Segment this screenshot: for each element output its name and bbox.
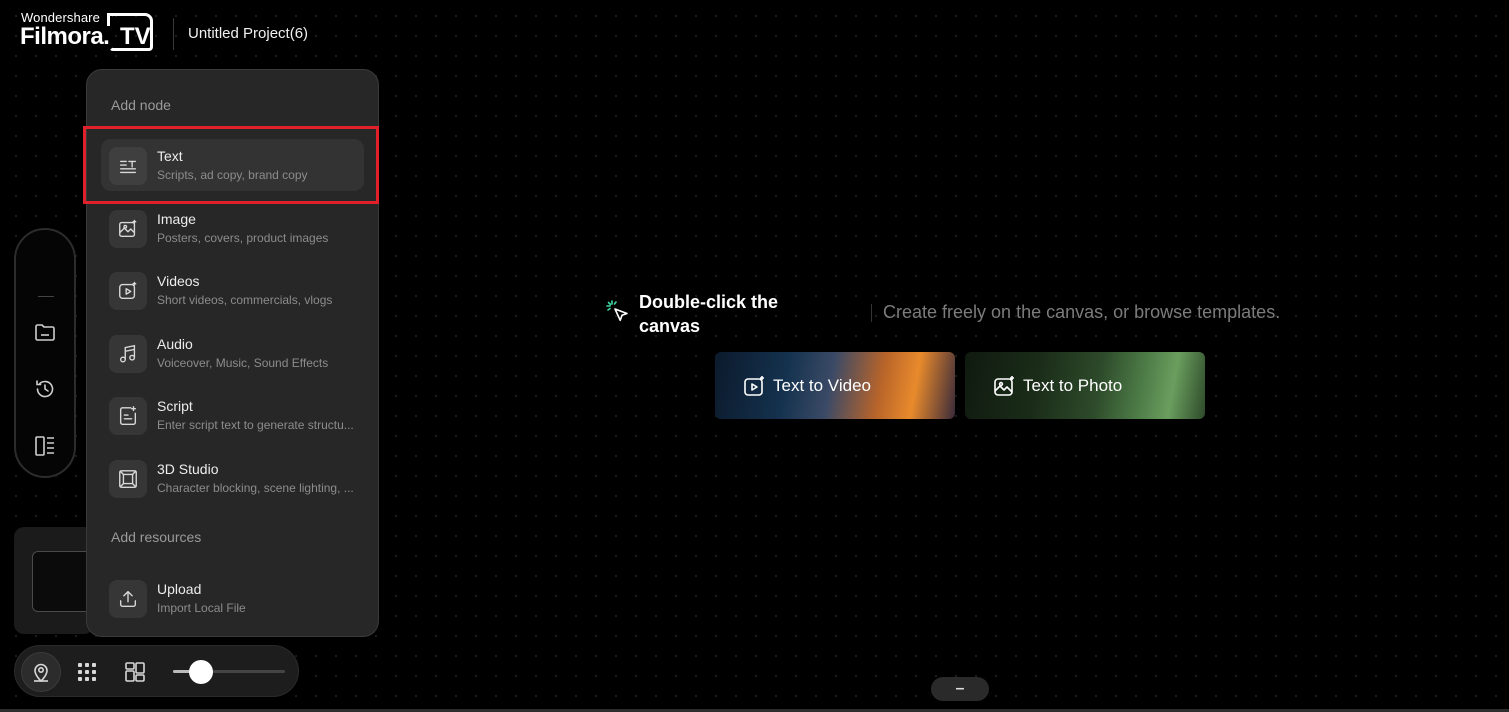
menu-item-videos[interactable]: Videos Short videos, commercials, vlogs <box>101 264 364 316</box>
folder-button[interactable] <box>31 318 59 346</box>
canvas-hint-subtitle: Create freely on the canvas, or browse t… <box>883 302 1281 322</box>
canvas-controls <box>14 645 299 697</box>
canvas-hint-title: Double-click the canvas <box>639 292 779 336</box>
image-icon <box>119 219 137 238</box>
video-icon <box>119 281 137 300</box>
menu-item-title: Audio <box>157 336 193 352</box>
menu-item-subtitle: Import Local File <box>157 601 246 615</box>
grid-button[interactable] <box>67 652 107 692</box>
collapse-button[interactable]: – <box>931 677 989 701</box>
layout-icon <box>35 436 54 456</box>
hint-divider <box>871 304 872 322</box>
folder-icon <box>35 324 55 341</box>
menu-item-3d-studio[interactable]: 3D Studio Character blocking, scene ligh… <box>101 452 364 504</box>
section-add-resources: Add resources <box>111 529 202 545</box>
project-title[interactable]: Untitled Project(6) <box>188 25 308 42</box>
left-toolbar <box>14 228 76 478</box>
minimap-viewport[interactable] <box>32 551 94 612</box>
layout-button[interactable] <box>31 432 59 460</box>
script-icon <box>119 406 137 425</box>
video-spark-icon <box>744 376 764 396</box>
template-label: Text to Video <box>773 376 871 395</box>
menu-item-subtitle: Enter script text to generate structu... <box>157 418 354 432</box>
template-text-to-video[interactable]: Text to Video <box>715 352 955 419</box>
cube-icon <box>119 470 137 488</box>
menu-item-subtitle: Short videos, commercials, vlogs <box>157 293 333 307</box>
location-pin-icon <box>34 663 48 683</box>
section-add-node: Add node <box>111 97 171 113</box>
history-icon <box>36 380 54 398</box>
toolbar-separator <box>38 296 54 297</box>
menu-item-title: Script <box>157 398 193 414</box>
menu-item-title: Videos <box>157 273 200 289</box>
header-divider <box>173 18 174 50</box>
music-icon <box>119 344 136 363</box>
menu-item-subtitle: Posters, covers, product images <box>157 231 329 245</box>
menu-item-audio[interactable]: Audio Voiceover, Music, Sound Effects <box>101 327 364 379</box>
locate-button[interactable] <box>21 652 61 692</box>
logo-wordmark-main: Filmora. <box>20 23 110 50</box>
zoom-slider[interactable] <box>173 660 285 684</box>
logo-tv-text: TV <box>120 23 151 50</box>
upload-icon <box>119 590 137 608</box>
layout-grid-icon <box>125 662 145 682</box>
filmora-logo[interactable]: Wondershare Filmora. TV <box>20 10 156 56</box>
history-button[interactable] <box>31 375 59 403</box>
cursor-click-icon <box>606 300 628 322</box>
menu-item-title: Image <box>157 211 196 227</box>
template-label: Text to Photo <box>1023 376 1123 395</box>
menu-item-upload[interactable]: Upload Import Local File <box>101 572 364 624</box>
menu-item-subtitle: Voiceover, Music, Sound Effects <box>157 356 329 370</box>
template-text-to-photo[interactable]: Text to Photo <box>965 352 1205 419</box>
minimap-panel[interactable] <box>14 527 94 634</box>
grid-icon <box>78 663 96 681</box>
menu-item-title: Upload <box>157 581 202 597</box>
menu-item-script[interactable]: Script Enter script text to generate str… <box>101 389 364 441</box>
image-spark-icon <box>994 376 1014 396</box>
highlight-box <box>83 126 379 204</box>
menu-item-subtitle: Character blocking, scene lighting, ... <box>157 481 354 495</box>
menu-item-image[interactable]: Image Posters, covers, product images <box>101 202 364 254</box>
arrange-button[interactable] <box>115 652 155 692</box>
zoom-slider-thumb[interactable] <box>189 660 213 684</box>
menu-item-title: 3D Studio <box>157 461 219 477</box>
